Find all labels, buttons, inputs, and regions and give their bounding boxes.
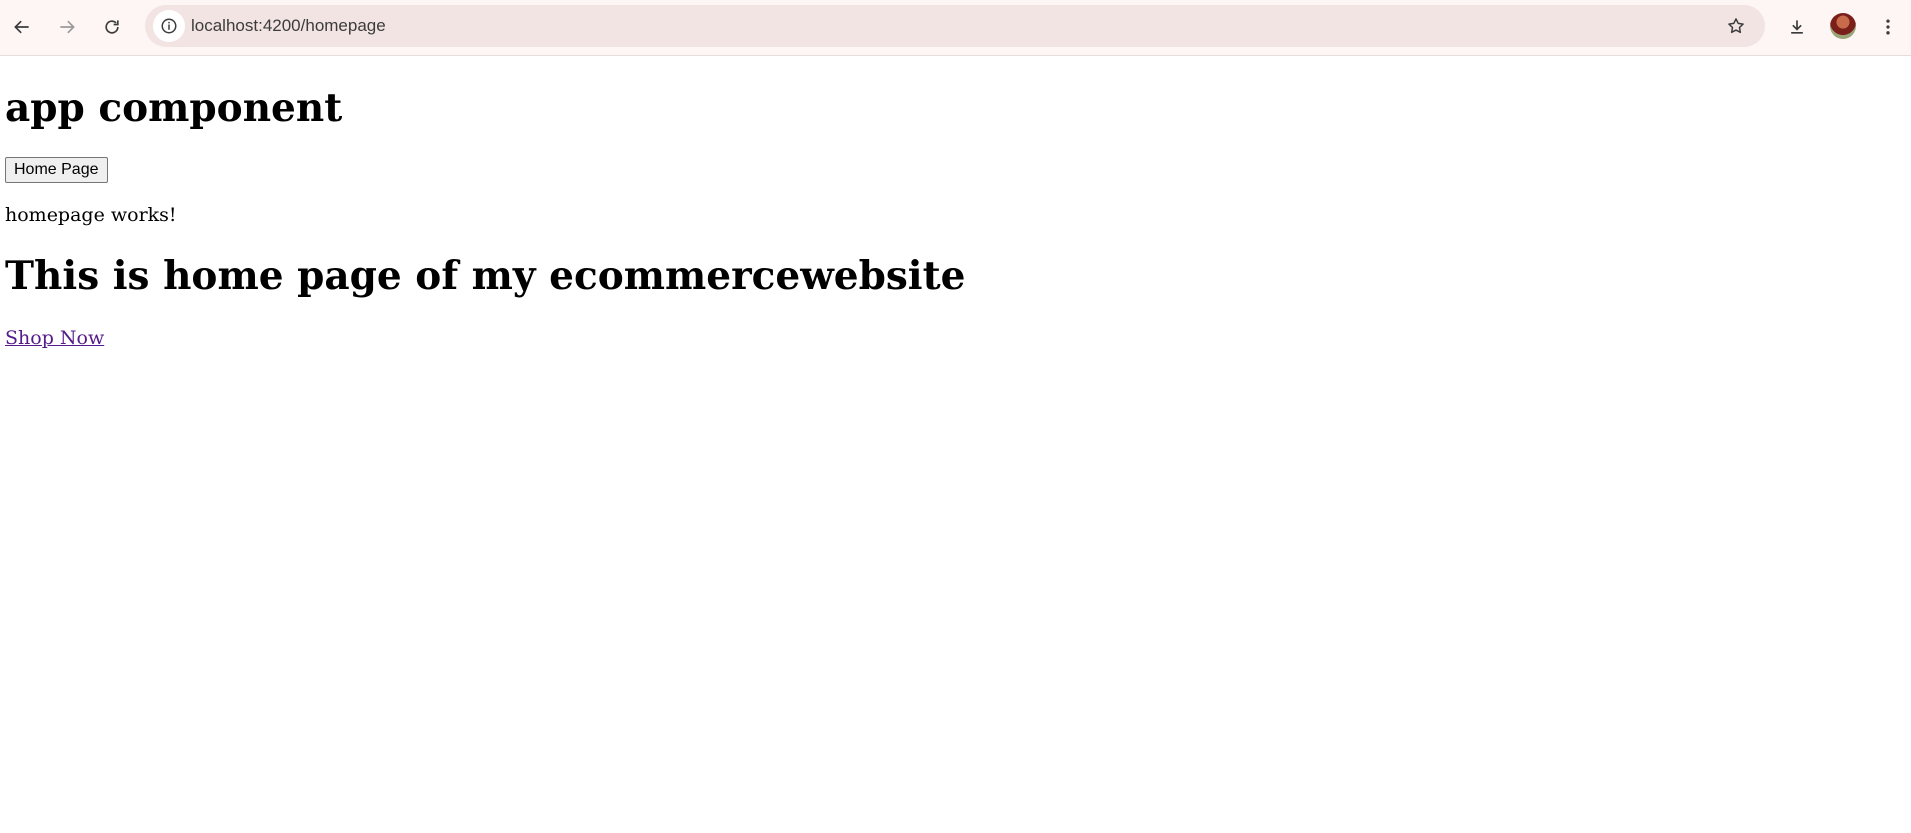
arrow-left-icon bbox=[14, 20, 29, 34]
download-icon bbox=[1791, 20, 1803, 34]
kebab-menu-icon bbox=[1886, 19, 1890, 35]
downloads-button[interactable] bbox=[1779, 9, 1815, 45]
browser-toolbar: localhost:4200/homepage bbox=[0, 0, 1911, 56]
home-page-button[interactable]: Home Page bbox=[5, 157, 108, 183]
info-icon bbox=[161, 18, 177, 34]
bookmark-button[interactable] bbox=[1719, 9, 1753, 43]
forward-button[interactable] bbox=[49, 9, 85, 45]
back-button[interactable] bbox=[4, 9, 40, 45]
app-title: app component bbox=[5, 85, 343, 131]
arrow-right-icon bbox=[60, 20, 75, 34]
star-icon bbox=[1728, 18, 1744, 34]
reload-button[interactable] bbox=[94, 9, 130, 45]
home-heading: This is home page of my ecommercewebsite bbox=[5, 253, 966, 299]
url-text[interactable]: localhost:4200/homepage bbox=[191, 5, 386, 47]
reload-icon bbox=[105, 20, 119, 34]
homepage-status-text: homepage works! bbox=[5, 204, 177, 226]
shop-now-link[interactable]: Shop Now bbox=[5, 326, 104, 350]
address-bar[interactable]: localhost:4200/homepage bbox=[145, 5, 1765, 47]
site-info-button[interactable] bbox=[153, 10, 185, 42]
browser-menu-button[interactable] bbox=[1870, 9, 1906, 45]
avatar[interactable] bbox=[1830, 13, 1856, 39]
